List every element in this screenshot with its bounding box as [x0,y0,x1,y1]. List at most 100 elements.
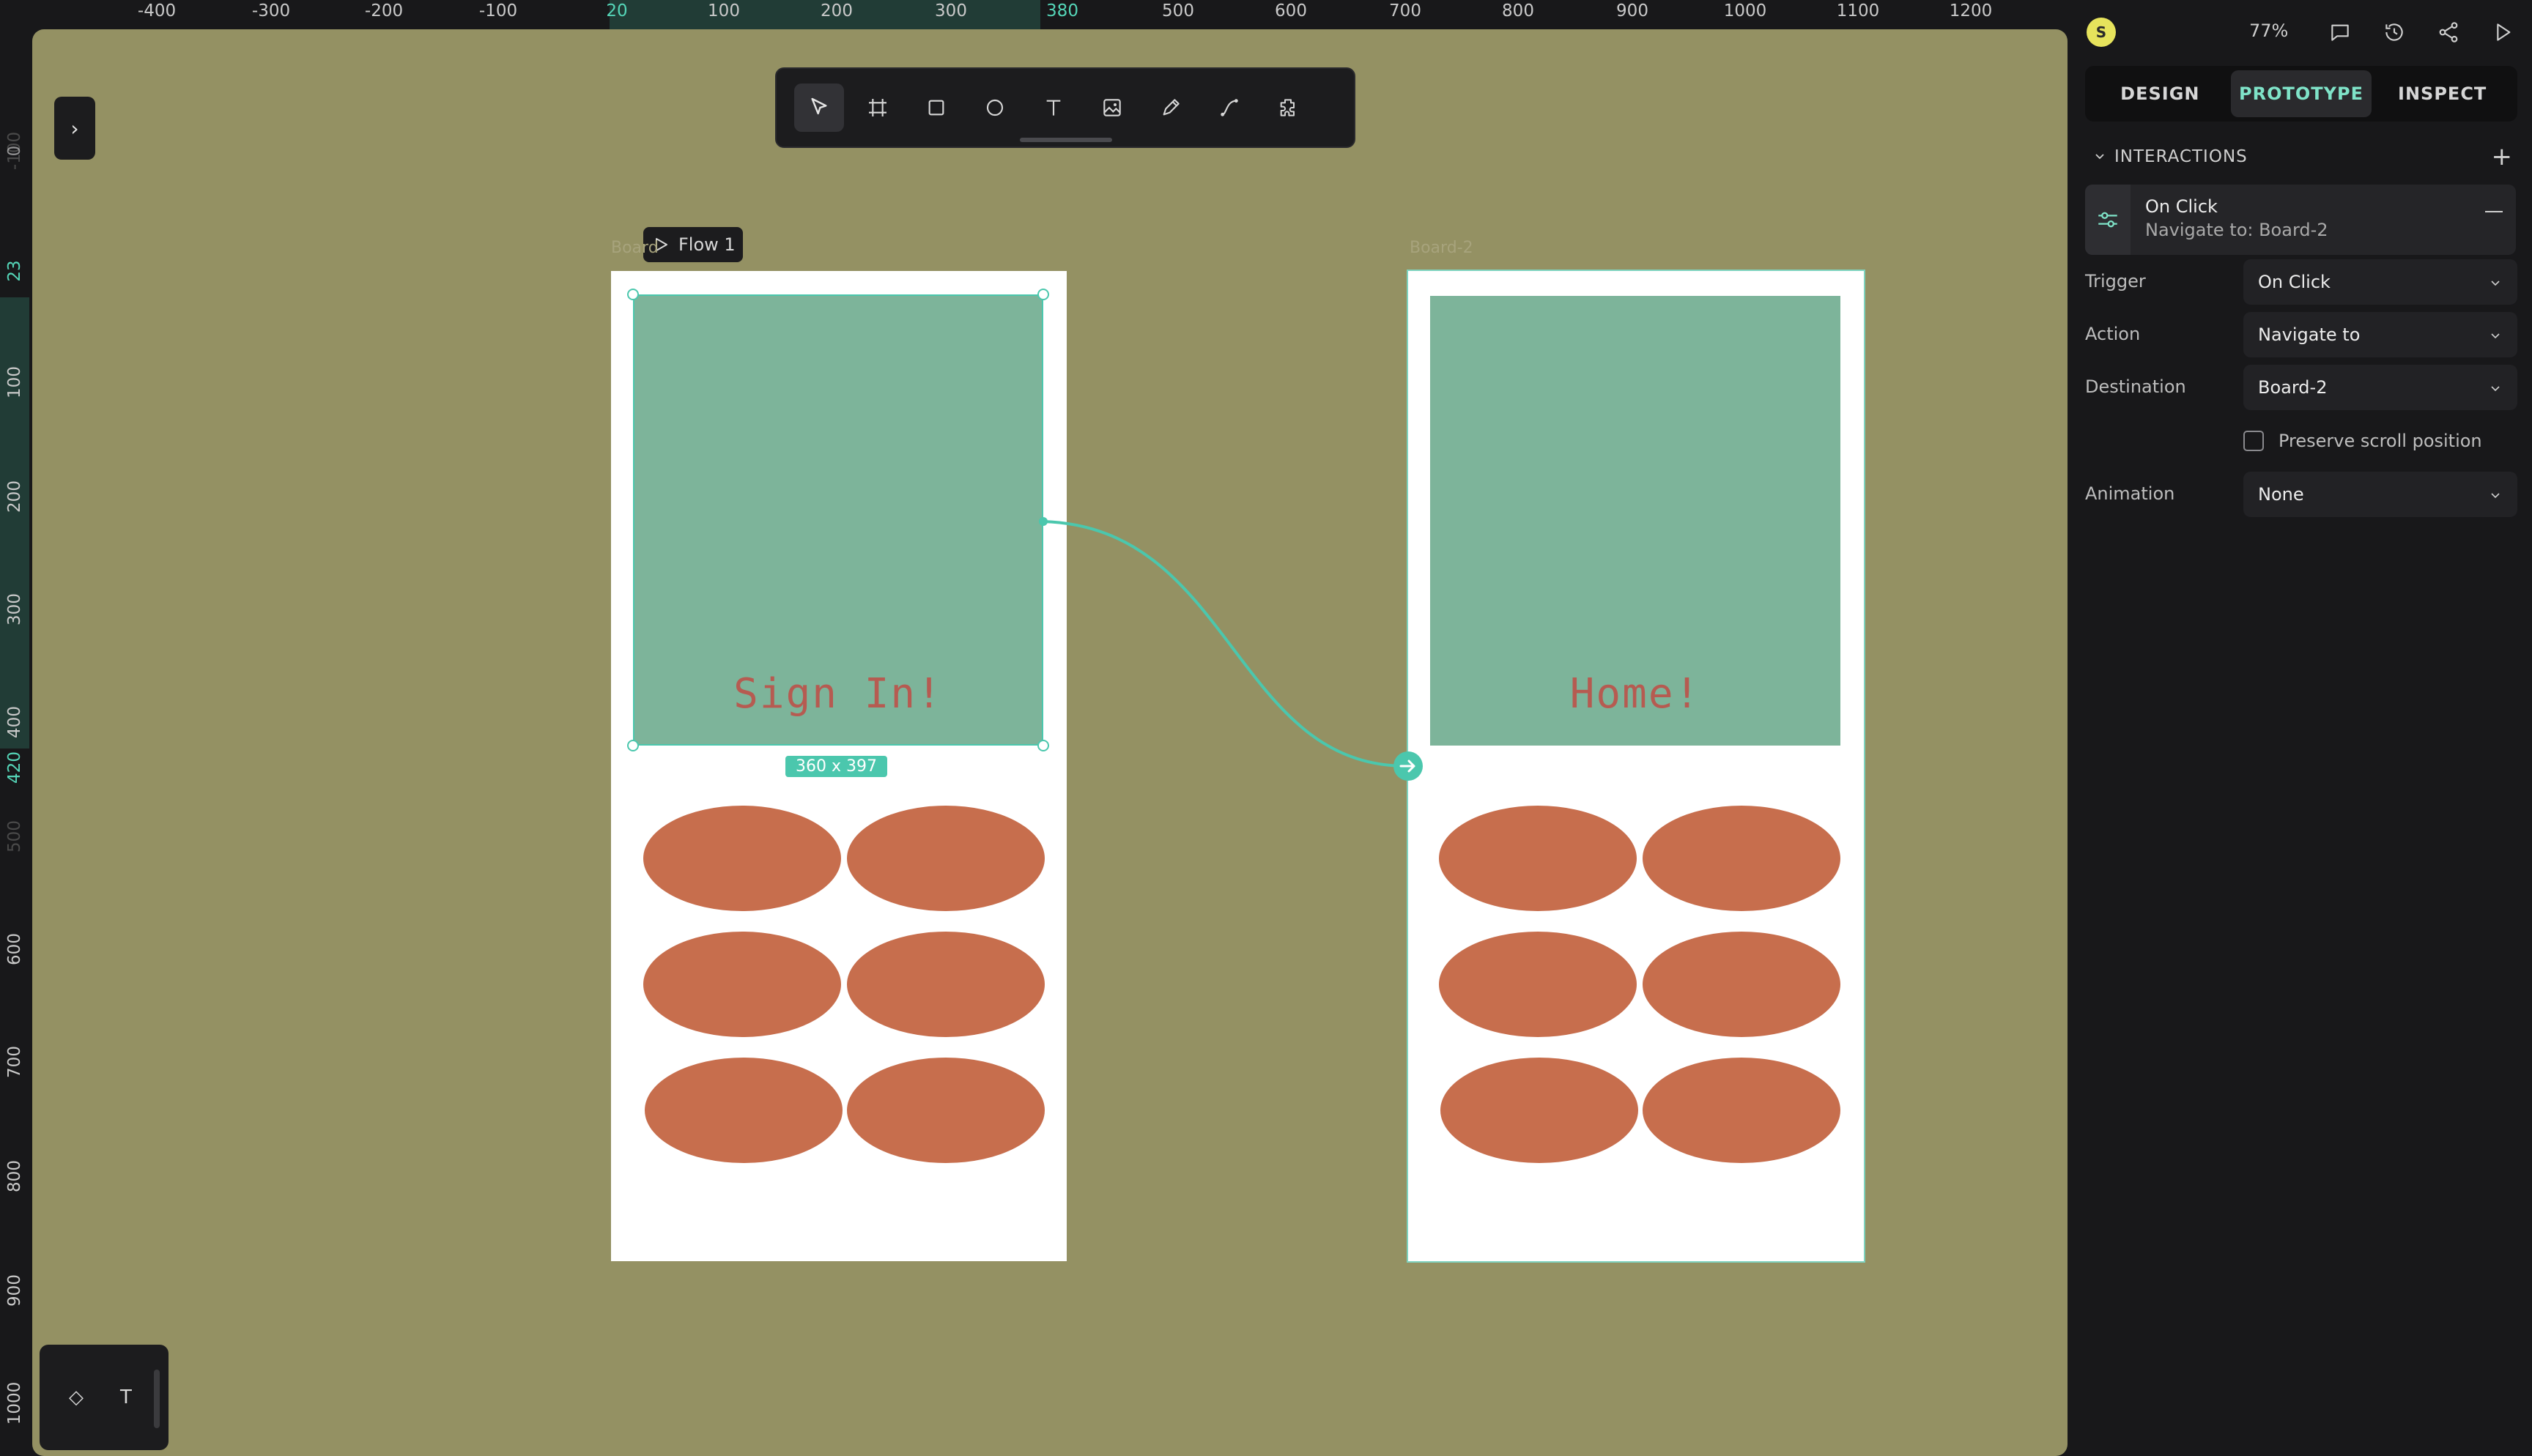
interaction-settings-button[interactable] [2085,185,2131,255]
destination-value: Board-2 [2258,377,2328,398]
interaction-item[interactable]: On Click Navigate to: Board-2 [2085,185,2516,255]
chevron-down-icon [2491,333,2500,339]
hero-rectangle[interactable]: Home! [1430,296,1840,746]
ruler-tick: 23 [5,260,24,282]
connection-arrow-icon[interactable] [1392,750,1424,782]
share-button[interactable] [2434,18,2463,47]
panel-tabs: DESIGN PROTOTYPE INSPECT [2085,66,2517,122]
action-value: Navigate to [2258,324,2361,345]
hero-text: Sign In! [733,670,943,718]
zoom-level[interactable]: 77% [2249,21,2288,41]
text-style-icon[interactable]: T [120,1386,132,1408]
ruler-tick: 600 [1275,1,1307,21]
board-icon [869,99,886,116]
ellipse[interactable] [847,1058,1045,1163]
tab-inspect[interactable]: INSPECT [2372,70,2513,117]
ellipse[interactable] [1643,806,1840,911]
ruler-tick: 500 [5,820,24,853]
destination-label: Destination [2085,376,2186,397]
sidebar-toggle-button[interactable]: › [54,97,95,160]
interaction-subtitle: Navigate to: Board-2 [2145,220,2328,240]
present-button[interactable] [2488,18,2517,47]
ellipse[interactable] [643,806,841,911]
chevron-down-icon [2491,386,2500,392]
interaction-title: On Click [2145,196,2218,217]
board-label[interactable]: Board-2 [1410,239,1473,257]
ruler-tick: 900 [5,1274,24,1307]
trigger-select[interactable]: On Click [2243,259,2517,305]
animation-select[interactable]: None [2243,472,2517,517]
destination-select[interactable]: Board-2 [2243,365,2517,410]
path-tool-button[interactable] [1204,83,1254,132]
board-tool-button[interactable] [853,83,903,132]
pencil-tool-button[interactable] [1146,83,1196,132]
rectangle-tool-button[interactable] [911,83,961,132]
resize-handle[interactable] [1037,289,1049,300]
action-select[interactable]: Navigate to [2243,312,2517,357]
plugins-tool-button[interactable] [1263,83,1313,132]
resize-handle[interactable] [627,740,639,751]
ellipse[interactable] [847,806,1045,911]
pointer-tool-button[interactable] [794,83,844,132]
ellipse[interactable] [645,1058,843,1163]
mini-toolbar-handle[interactable] [154,1370,160,1428]
avatar[interactable]: S [2087,18,2116,47]
remove-interaction-button[interactable] [2485,211,2503,212]
share-icon [2439,22,2458,42]
selection-size-badge: 360 x 397 [785,756,887,777]
ruler-tick: -400 [137,1,177,21]
ruler-tick: 1000 [1723,1,1767,21]
toolbar-drag-handle[interactable] [1020,138,1112,142]
section-title: INTERACTIONS [2114,147,2248,166]
image-icon [1103,99,1121,116]
animation-label: Animation [2085,483,2175,504]
trigger-value: On Click [2258,272,2331,292]
ruler-tick: 420 [5,751,24,784]
ruler-tick: 600 [5,933,24,965]
image-tool-button[interactable] [1087,83,1137,132]
chevron-down-icon [2095,154,2104,160]
resize-handle[interactable] [627,289,639,300]
ellipse[interactable] [1440,1058,1638,1163]
board-label[interactable]: Board [611,239,659,257]
ellipse[interactable] [643,932,841,1037]
tab-design[interactable]: DESIGN [2089,70,2231,117]
rectangle-icon [928,100,944,116]
hero-text: Home! [1569,670,1701,718]
resize-handle[interactable] [1037,740,1049,751]
mini-toolbar: ◇ T [40,1345,169,1450]
preserve-scroll-checkbox[interactable] [2243,431,2264,451]
ruler-tick: 200 [5,480,24,513]
text-tool-button[interactable] [1029,83,1078,132]
action-row: Action Navigate to [2085,312,2517,357]
comments-button[interactable] [2325,18,2355,47]
ruler-tick: 500 [1162,1,1194,21]
design-canvas[interactable]: › Flow 1 Board Board-2 Sign In! 360 x 39… [32,29,2068,1456]
ruler-tick: 100 [5,366,24,398]
plugin-icon [1280,99,1295,116]
ruler-tick: 100 [708,1,740,21]
hero-rectangle[interactable]: Sign In! [633,294,1043,746]
trigger-row: Trigger On Click [2085,259,2517,305]
ellipse[interactable] [1643,1058,1840,1163]
history-icon [2385,23,2403,41]
tab-prototype[interactable]: PROTOTYPE [2230,70,2372,117]
interactions-section-header[interactable]: INTERACTIONS + [2092,142,2514,171]
preserve-scroll-row[interactable]: Preserve scroll position [2243,429,2482,453]
pencil-icon [1163,99,1180,116]
animation-value: None [2258,484,2304,505]
chevron-right-icon: › [70,116,79,141]
drop-icon[interactable]: ◇ [69,1386,84,1408]
board-home[interactable]: Home! [1407,270,1865,1263]
ellipse[interactable] [847,932,1045,1037]
ruler-tick: 300 [935,1,967,21]
ellipse[interactable] [1439,806,1637,911]
flow-label: Flow 1 [678,234,736,255]
ellipse-tool-button[interactable] [970,83,1020,132]
ellipse[interactable] [1643,932,1840,1037]
add-interaction-button[interactable]: + [2492,142,2514,171]
ruler-tick: 700 [5,1046,24,1078]
history-button[interactable] [2380,18,2409,47]
ellipse[interactable] [1439,932,1637,1037]
ruler-tick: 700 [1389,1,1421,21]
